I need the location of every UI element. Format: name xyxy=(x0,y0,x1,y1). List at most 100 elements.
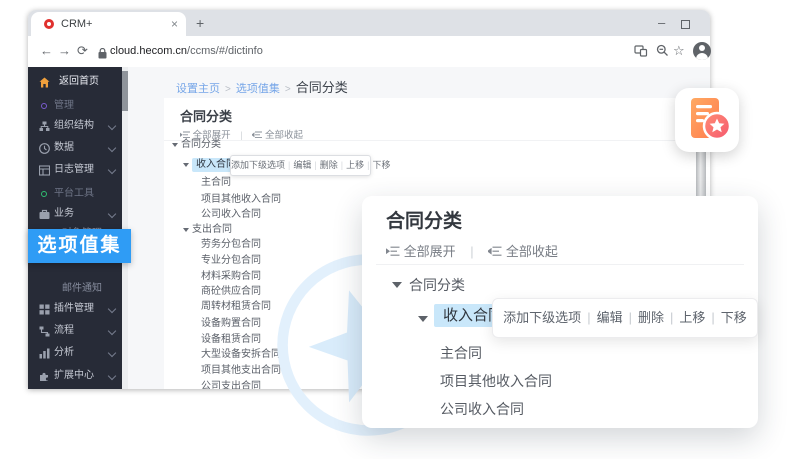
tree-row: 大型设备安拆合同 xyxy=(164,348,281,362)
sidebar-item-label: 业务 xyxy=(54,205,74,223)
tree-node[interactable]: 主合同 xyxy=(440,345,482,361)
maximize-button[interactable] xyxy=(681,20,690,29)
tree-node[interactable]: 大型设备安拆合同 xyxy=(201,348,281,362)
action-delete[interactable]: 删除 xyxy=(320,160,338,170)
tree-node[interactable]: 项目其他收入合同 xyxy=(201,193,281,207)
sidebar-item-data[interactable]: 数据 xyxy=(28,139,122,157)
tree-node[interactable]: 主合同 xyxy=(201,176,231,190)
tree-node[interactable]: 合同分类 xyxy=(409,277,465,293)
tree-node[interactable]: 合同分类 xyxy=(181,138,221,152)
action-delete[interactable]: 删除 xyxy=(638,310,664,325)
sidebar-item-label: 扩展中心 xyxy=(54,367,94,385)
tree-node[interactable]: 设备购置合同 xyxy=(201,317,261,331)
menu-separator: | xyxy=(288,160,290,170)
chevron-down-icon xyxy=(108,372,116,380)
chevron-down-icon xyxy=(108,144,116,152)
node-action-menu: 添加下级选项|编辑|删除|上移|下移 xyxy=(230,155,371,176)
sidebar-item-mail-notify[interactable]: 邮件通知 xyxy=(28,280,122,298)
action-edit[interactable]: 编辑 xyxy=(293,160,311,170)
reload-button[interactable]: ⟳ xyxy=(77,43,88,59)
minimize-button[interactable]: – xyxy=(658,16,665,30)
menu-separator: | xyxy=(711,310,714,325)
expand-arrow-icon[interactable] xyxy=(172,143,178,147)
url-text[interactable]: cloud.hecom.cn/ccms/#/dictinfo xyxy=(110,45,263,57)
tree-row: 主合同 xyxy=(164,176,231,190)
sidebar-item-home[interactable]: 返回首页 xyxy=(28,73,122,91)
breadcrumb-separator: > xyxy=(225,84,231,95)
analysis-icon xyxy=(39,348,50,359)
tree-node[interactable]: 设备租赁合同 xyxy=(201,333,261,347)
dict-doc-badge[interactable] xyxy=(675,88,739,152)
menu-separator: | xyxy=(587,310,590,325)
collapse-all-button[interactable]: 全部收起 xyxy=(506,244,558,259)
action-move-up[interactable]: 上移 xyxy=(346,160,364,170)
sidebar-item-plugins[interactable]: 插件管理 xyxy=(28,300,122,318)
sidebar-item-label: 插件管理 xyxy=(54,300,94,318)
sidebar-item-org[interactable]: 组织结构 xyxy=(28,117,122,135)
forward-button[interactable]: → xyxy=(58,43,71,58)
tree-node[interactable]: 公司支出合同 xyxy=(201,380,261,389)
extension-icon xyxy=(39,371,50,382)
sidebar-item-label: 邮件通知 xyxy=(62,280,102,298)
action-edit[interactable]: 编辑 xyxy=(597,310,623,325)
sidebar-item-extension[interactable]: 扩展中心 xyxy=(28,367,122,385)
expand-arrow-icon[interactable] xyxy=(183,163,189,167)
browser-tab[interactable]: CRM+ × xyxy=(31,12,186,36)
expand-all-button[interactable]: 全部展开 xyxy=(404,244,456,259)
tree-node[interactable]: 项目其他支出合同 xyxy=(201,364,281,378)
zoom-icon[interactable] xyxy=(656,44,669,62)
action-move-up[interactable]: 上移 xyxy=(679,310,705,325)
sidebar-item-logs[interactable]: 日志管理 xyxy=(28,161,122,179)
back-button[interactable]: ← xyxy=(40,43,53,58)
tree-row: 专业分包合同 xyxy=(164,254,261,268)
tree-node[interactable]: 商砼供应合同 xyxy=(201,285,261,299)
tree-row: 商砼供应合同 xyxy=(164,285,261,299)
tree-node[interactable]: 周转材租赁合同 xyxy=(201,300,271,314)
sidebar-item-platform-tools[interactable]: 平台工具 xyxy=(28,185,122,203)
expand-arrow-icon[interactable] xyxy=(418,316,428,322)
menu-separator: | xyxy=(314,160,316,170)
platform-tools-icon xyxy=(41,191,47,197)
clock-icon xyxy=(39,143,50,154)
sidebar-item-manage[interactable]: 管理 xyxy=(28,97,122,115)
breadcrumb-home[interactable]: 设置主页 xyxy=(176,83,220,95)
action-add-child[interactable]: 添加下级选项 xyxy=(503,310,581,325)
org-structure-icon xyxy=(39,121,50,132)
expand-arrow-icon[interactable] xyxy=(183,228,189,232)
send-to-devices-icon[interactable] xyxy=(634,44,648,62)
bookmark-star-icon[interactable]: ☆ xyxy=(673,43,685,59)
action-move-down[interactable]: 下移 xyxy=(372,160,390,170)
node-action-menu: 添加下级选项|编辑|删除|上移|下移 xyxy=(492,298,758,338)
tree-node[interactable]: 支出合同 xyxy=(192,223,232,237)
tree-node[interactable]: 项目其他收入合同 xyxy=(440,373,552,389)
profile-avatar[interactable] xyxy=(693,42,711,60)
tab-strip: CRM+ × + – xyxy=(28,10,710,36)
collapse-all-icon xyxy=(252,131,262,139)
sidebar-item-business[interactable]: 业务 xyxy=(28,205,122,223)
chevron-down-icon xyxy=(108,305,116,313)
flow-icon xyxy=(39,326,50,337)
chevron-down-icon xyxy=(108,122,116,130)
new-tab-button[interactable]: + xyxy=(196,15,204,31)
sidebar-item-label: 组织结构 xyxy=(54,117,94,135)
chevron-down-icon xyxy=(108,349,116,357)
action-add-child[interactable]: 添加下级选项 xyxy=(231,160,285,170)
tree-node[interactable]: 材料采购合同 xyxy=(201,270,261,284)
option-set-callout[interactable]: 选项值集 xyxy=(28,229,131,263)
expand-arrow-icon[interactable] xyxy=(392,282,402,288)
tree-row: 合同分类 xyxy=(164,138,221,152)
menu-separator: | xyxy=(367,160,369,170)
sidebar-item-analysis[interactable]: 分析 xyxy=(28,344,122,362)
sidebar-item-label: 平台工具 xyxy=(54,185,94,203)
breadcrumb-parent[interactable]: 选项值集 xyxy=(236,83,280,95)
tree-node[interactable]: 专业分包合同 xyxy=(201,254,261,268)
plugin-icon xyxy=(39,304,50,315)
action-move-down[interactable]: 下移 xyxy=(721,310,747,325)
tree-node[interactable]: 公司收入合同 xyxy=(440,401,524,417)
tab-close-icon[interactable]: × xyxy=(171,17,178,31)
log-icon xyxy=(39,165,50,176)
tree-node[interactable]: 劳务分包合同 xyxy=(201,238,261,252)
sidebar-item-flow[interactable]: 流程 xyxy=(28,322,122,340)
tree-row: 收入合同 xyxy=(362,304,512,334)
tree-node[interactable]: 公司收入合同 xyxy=(201,208,261,222)
